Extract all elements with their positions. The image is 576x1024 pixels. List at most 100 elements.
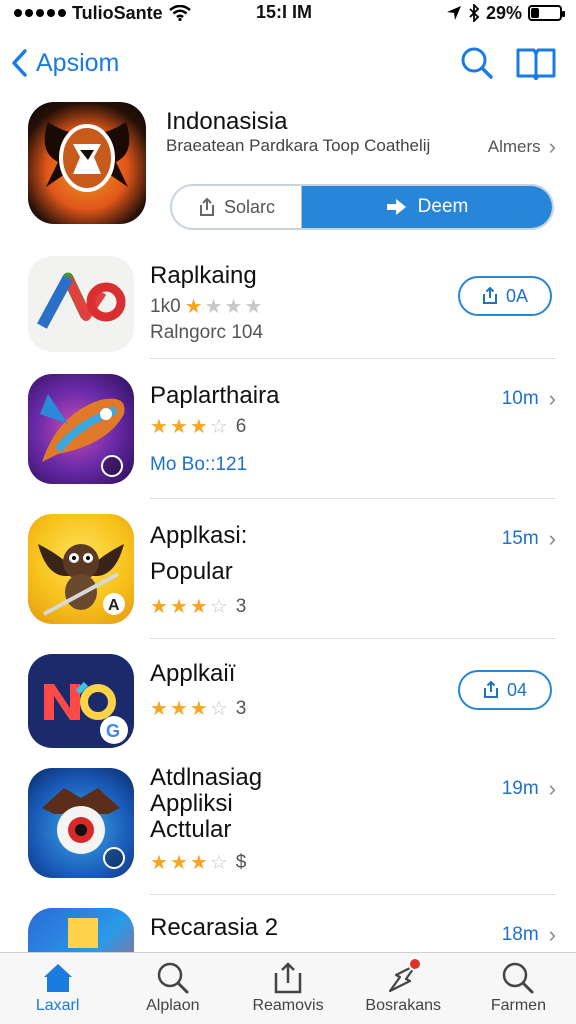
tab-search[interactable]: Alplaon (115, 953, 230, 1024)
app-name-line3: Acttular (150, 816, 232, 843)
tab-more[interactable]: Farmen (461, 953, 576, 1024)
app-name: Paplarthaira (150, 382, 280, 409)
star-icon: ★ (189, 698, 208, 720)
status-left: TulioSante (14, 3, 191, 24)
search-icon (157, 962, 189, 994)
star-icon: ★ (150, 416, 168, 438)
action-label: 18m (501, 924, 539, 945)
app-name-line2: Appliksi (150, 790, 233, 817)
list-item[interactable]: Paplarthaira ★ ★ ★ ☆ 6 Mo Bo::121 10m › (0, 374, 576, 492)
chevron-right-icon: › (548, 134, 556, 159)
app-name: Recarasia 2 (150, 914, 279, 941)
star-icon: ★ (150, 852, 168, 874)
status-bar: TulioSante 15:I IM 29% (0, 0, 576, 26)
search-icon[interactable] (460, 46, 494, 80)
star-icon: ★ (204, 296, 223, 318)
list-item[interactable]: A Applkasi: Popular ★ ★ ★ ☆ 3 15m › (0, 514, 576, 632)
featured-more-link[interactable]: Almers › (488, 134, 556, 160)
app-meta: Mo Bo::121 (150, 454, 248, 475)
action-link[interactable]: 18m › (502, 922, 556, 948)
svg-text:A: A (108, 597, 120, 614)
list-item[interactable]: Atdlnasiag Appliksi Acttular ★ ★ ★ ☆ $ 1… (0, 764, 576, 884)
tab-bookmarks[interactable]: Bosrakans (346, 953, 461, 1024)
tab-label: Laxarl (35, 997, 80, 1014)
get-button-label: 04 (506, 679, 528, 700)
tab-label: Alplaon (146, 997, 200, 1014)
star-icon: ★ (189, 596, 208, 618)
rating-text: 3 (235, 595, 247, 617)
battery-percent: 29% (485, 2, 522, 23)
back-button[interactable]: Apsiom (10, 48, 119, 78)
get-button[interactable]: 04 (458, 670, 552, 710)
star-icon: ☆ (209, 852, 228, 874)
rating-row: 1k0 ★ ★ ★ ★ (150, 294, 262, 319)
seg-left-button[interactable]: Solarc (172, 186, 302, 228)
action-label: 10m (501, 388, 539, 409)
featured-app[interactable]: Indonasisia Braeatean Pardkara Toop Coat… (26, 102, 556, 232)
notification-badge (407, 957, 422, 971)
action-link[interactable]: 19m › (502, 776, 556, 802)
app-icon (28, 374, 134, 484)
home-icon (43, 964, 72, 992)
chevron-right-icon: › (548, 386, 556, 411)
divider (150, 894, 556, 895)
back-label: Apsiom (36, 48, 120, 77)
nav-actions (460, 46, 556, 80)
star-icon: ★ (189, 416, 208, 438)
chevron-left-icon (12, 49, 27, 77)
rating-text: 6 (235, 415, 247, 437)
nav-bar: Apsiom (0, 40, 576, 86)
action-link[interactable]: 15m › (502, 526, 556, 552)
tab-today[interactable]: Laxarl (0, 953, 115, 1024)
action-label: 19m (501, 778, 539, 799)
list-item[interactable]: G Applkaiï ★ ★ ★ ☆ 3 04 (0, 654, 576, 750)
featured-title: Indonasisia (166, 108, 288, 135)
book-icon[interactable] (516, 46, 556, 80)
star-icon: ★ (169, 596, 188, 618)
app-name: Applkaiï (150, 660, 236, 687)
chevron-right-icon: › (548, 526, 556, 551)
app-name: Raplkaing (150, 262, 257, 289)
tab-bar: Laxarl Alplaon Reamovis Bosrakans Farmen (0, 952, 576, 1024)
star-icon: ☆ (209, 698, 228, 720)
tab-updates[interactable]: Reamovis (230, 953, 345, 1024)
app-icon (28, 768, 134, 878)
list-item[interactable]: Raplkaing 1k0 ★ ★ ★ ★ Ralngorc 104 0A (0, 256, 576, 360)
star-icon: ★ (184, 296, 203, 318)
status-time: 15:I IM (256, 2, 313, 22)
svg-text:G: G (106, 721, 120, 741)
action-label: 15m (501, 528, 539, 549)
share-icon (199, 197, 214, 216)
app-name-line1: Applkasi: (150, 522, 248, 549)
get-button-label: 0A (505, 285, 529, 306)
get-button[interactable]: 0A (458, 276, 552, 316)
app-icon (28, 256, 134, 352)
app-name-line2: Popular (150, 558, 233, 585)
star-icon: ☆ (209, 596, 228, 618)
featured-subtitle: Braeatean Pardkara Toop Coathelij (166, 136, 431, 155)
status-right: 29% (446, 2, 565, 24)
star-icon: ★ (244, 296, 263, 318)
star-icon: ★ (169, 416, 188, 438)
star-icon: ★ (189, 852, 208, 874)
star-icon: ★ (224, 296, 243, 318)
signal-icon (14, 9, 66, 17)
list-item[interactable]: Recarasia 2 18m › (0, 906, 576, 952)
segmented-control: Solarc Deem (170, 184, 554, 230)
star-icon: ★ (169, 852, 188, 874)
rating-row: ★ ★ ★ ☆ 6 (150, 414, 246, 439)
divider (150, 638, 556, 639)
star-icon: ★ (150, 698, 168, 720)
seg-right-label: Deem (417, 196, 469, 217)
app-icon: A (28, 514, 134, 624)
seg-right-button[interactable]: Deem (302, 186, 552, 228)
location-icon (446, 6, 461, 20)
chevron-right-icon: › (548, 922, 556, 947)
wifi-icon (168, 5, 191, 21)
rating-row: ★ ★ ★ ☆ 3 (150, 594, 246, 619)
seg-left-label: Solarc (223, 196, 276, 217)
action-link[interactable]: 10m › (502, 386, 556, 412)
tab-label: Bosrakans (365, 997, 441, 1014)
app-name-line1: Atdlnasiag (150, 764, 263, 791)
divider (150, 498, 556, 499)
